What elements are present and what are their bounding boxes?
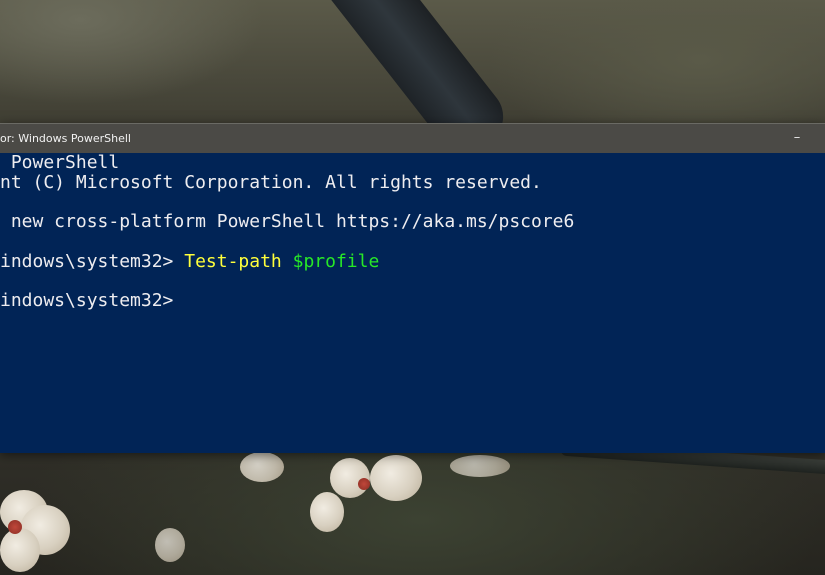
title-bar[interactable]: or: Windows PowerShell –: [0, 123, 825, 154]
wallpaper-blossom: [450, 455, 510, 477]
console-area[interactable]: PowerShell nt (C) Microsoft Corporation.…: [0, 153, 825, 453]
desktop-wallpaper: or: Windows PowerShell – PowerShell nt (…: [0, 0, 825, 575]
console-text: PowerShell: [0, 153, 120, 173]
wallpaper-blossom-center: [8, 520, 22, 534]
console-line-copyright: nt (C) Microsoft Corporation. All rights…: [0, 172, 542, 194]
console-line-banner-title: PowerShell: [0, 153, 119, 174]
prompt: indows\system32>: [0, 290, 174, 311]
wallpaper-blossom: [240, 452, 284, 482]
variable-argument: $profile: [292, 251, 380, 272]
command-space: [282, 251, 293, 272]
wallpaper-blossom: [155, 528, 185, 562]
console-line-pscore-notice: new cross-platform PowerShell https://ak…: [0, 211, 575, 233]
console-text: new cross-platform PowerShell https://ak…: [0, 211, 575, 232]
wallpaper-blossom: [310, 492, 344, 532]
minimize-icon[interactable]: –: [787, 128, 807, 148]
prompt: indows\system32>: [0, 251, 185, 272]
console-line-command: indows\system32> Test-path $profile: [0, 251, 379, 273]
powershell-window[interactable]: or: Windows PowerShell – PowerShell nt (…: [0, 123, 825, 453]
wallpaper-blossom-center: [358, 478, 370, 490]
wallpaper-blossom: [0, 528, 40, 572]
console-text: nt (C) Microsoft Corporation. All rights…: [0, 172, 542, 193]
command-text: Test-path: [184, 251, 282, 272]
wallpaper-blossom: [370, 455, 422, 501]
window-title: or: Windows PowerShell: [0, 132, 131, 145]
console-line-prompt: indows\system32>: [0, 290, 173, 312]
